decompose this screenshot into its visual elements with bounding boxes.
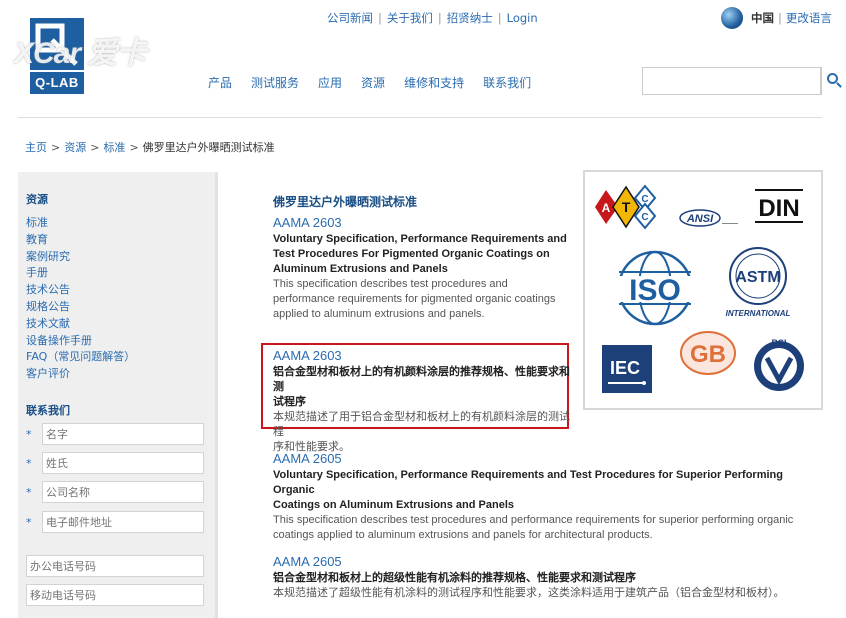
- contact-heading: 联系我们: [26, 404, 70, 417]
- svg-text:T: T: [622, 199, 631, 215]
- current-language: 中国: [751, 11, 774, 25]
- gb-logo: GB: [680, 331, 736, 375]
- search-button[interactable]: [820, 68, 842, 94]
- required-icon: *: [26, 456, 32, 470]
- standard-title: 铝合金型材和板材上的超级性能有机涂料的推荐规格、性能要求和测试程序: [273, 572, 636, 584]
- standard-title: Voluntary Specification, Performance Req…: [273, 233, 567, 275]
- standard-code-link[interactable]: AAMA 2603: [273, 215, 573, 230]
- nav-products[interactable]: 产品: [208, 74, 232, 91]
- sidebar-item-faq[interactable]: FAQ（常见问题解答）: [26, 349, 135, 366]
- header-divider: [18, 117, 822, 118]
- standard-entry: AAMA 2603 铝合金型材和板材上的有机颜料涂层的推荐规格、性能要求和测 试…: [273, 348, 573, 455]
- change-language-link[interactable]: 更改语言: [786, 10, 832, 26]
- nav-applications[interactable]: 应用: [318, 74, 342, 91]
- top-link-login[interactable]: Login: [507, 11, 538, 25]
- logo-text: Q-LAB: [30, 72, 84, 94]
- last-name-field[interactable]: [42, 452, 204, 474]
- sidebar-links: 标准 教育 案例研究 手册 技术公告 规格公告 技术文献 设备操作手册 FAQ（…: [26, 215, 135, 383]
- standard-entry: AAMA 2603 Voluntary Specification, Perfo…: [273, 215, 573, 322]
- svg-text:DIN: DIN: [758, 195, 799, 222]
- top-link-news[interactable]: 公司新闻: [327, 11, 373, 25]
- required-icon: *: [26, 485, 32, 499]
- breadcrumb-current: 佛罗里达户外曝晒测试标准: [142, 141, 275, 154]
- globe-icon: [721, 7, 743, 29]
- svg-text:C: C: [641, 212, 648, 223]
- breadcrumb: 主页 > 资源 > 标准 > 佛罗里达户外曝晒测试标准: [25, 141, 275, 154]
- svg-text:ISO: ISO: [629, 274, 681, 307]
- search-input[interactable]: [643, 68, 820, 94]
- nav-resources[interactable]: 资源: [361, 74, 385, 91]
- iso-logo: ISO: [611, 250, 699, 326]
- nav-testing-services[interactable]: 测试服务: [251, 74, 299, 91]
- top-link-careers[interactable]: 招贤纳士: [447, 11, 493, 25]
- first-name-row: *: [26, 423, 206, 445]
- top-link-about[interactable]: 关于我们: [387, 11, 433, 25]
- sidebar-item-testimonials[interactable]: 客户评价: [26, 366, 135, 383]
- main-nav: 产品 测试服务 应用 资源 维修和支持 联系我们: [208, 74, 550, 91]
- standard-code-link[interactable]: AAMA 2603: [273, 348, 573, 363]
- sidebar: 资源 标准 教育 案例研究 手册 技术公告 规格公告 技术文献 设备操作手册 F…: [18, 172, 218, 618]
- svg-text:ANSI: ANSI: [686, 213, 714, 225]
- astm-logo: ASTM INTERNATIONAL: [726, 247, 791, 318]
- language-selector: 中国 | 更改语言: [721, 7, 832, 29]
- breadcrumb-standards[interactable]: 标准: [103, 141, 125, 154]
- first-name-field[interactable]: [42, 423, 204, 445]
- svg-text:INTERNATIONAL: INTERNATIONAL: [726, 309, 791, 318]
- sidebar-item-tech-bulletins[interactable]: 技术公告: [26, 282, 135, 299]
- svg-text:ASTM: ASTM: [735, 269, 780, 286]
- sidebar-item-standards[interactable]: 标准: [26, 215, 135, 232]
- sidebar-item-spec-bulletins[interactable]: 规格公告: [26, 299, 135, 316]
- required-icon: *: [26, 427, 32, 441]
- sidebar-item-education[interactable]: 教育: [26, 232, 135, 249]
- sidebar-item-manuals[interactable]: 手册: [26, 265, 135, 282]
- standard-description: 本规范描述了用于铝合金型材和板材上的有机颜料涂层的测试程 序和性能要求。: [273, 411, 570, 453]
- svg-text:BSI: BSI: [771, 338, 786, 348]
- office-phone-row: [26, 555, 204, 577]
- top-links: 公司新闻 | 关于我们 | 招贤纳士 | Login: [327, 11, 538, 25]
- iec-logo: IEC: [602, 345, 652, 393]
- office-phone-field[interactable]: [26, 555, 204, 577]
- email-row: *: [26, 511, 206, 533]
- din-logo: DIN: [755, 189, 803, 223]
- sidebar-heading: 资源: [26, 193, 48, 206]
- breadcrumb-home[interactable]: 主页: [25, 141, 47, 154]
- xcar-watermark: XCar 爱卡: [14, 37, 146, 70]
- standard-title: 铝合金型材和板材上的有机颜料涂层的推荐规格、性能要求和测 试程序: [273, 366, 570, 408]
- nav-contact[interactable]: 联系我们: [483, 74, 531, 91]
- standard-description: This specification describes test proced…: [273, 278, 556, 320]
- standard-entry: AAMA 2605 Voluntary Specification, Perfo…: [273, 451, 818, 543]
- svg-text:IEC: IEC: [610, 358, 640, 378]
- svg-text:C: C: [641, 194, 648, 205]
- last-name-row: *: [26, 452, 206, 474]
- mobile-phone-field[interactable]: [26, 584, 204, 606]
- company-row: *: [26, 481, 206, 503]
- breadcrumb-resources[interactable]: 资源: [64, 141, 86, 154]
- standard-code-link[interactable]: AAMA 2605: [273, 554, 818, 569]
- standard-description: 本规范描述了超级性能有机涂料的测试程序和性能要求，这类涂料适用于建筑产品（铝合金…: [273, 587, 785, 599]
- aatcc-logo: A T C C: [595, 184, 657, 230]
- standard-description: This specification describes test proced…: [273, 514, 794, 541]
- sidebar-item-literature[interactable]: 技术文献: [26, 316, 135, 333]
- bsi-logo: BSI: [754, 338, 804, 391]
- standard-code-link[interactable]: AAMA 2605: [273, 451, 818, 466]
- company-field[interactable]: [42, 481, 204, 503]
- ansi-logo: ANSI: [679, 209, 738, 227]
- nav-support[interactable]: 维修和支持: [404, 74, 464, 91]
- sidebar-item-operating-manuals[interactable]: 设备操作手册: [26, 333, 135, 350]
- standard-title: Voluntary Specification, Performance Req…: [273, 469, 783, 511]
- email-field[interactable]: [42, 511, 204, 533]
- standards-logos-panel: A T C C ANSI DIN ISO ASTM INTERNATIONAL …: [583, 170, 823, 410]
- required-icon: *: [26, 515, 32, 529]
- svg-text:A: A: [602, 201, 611, 215]
- page-title: 佛罗里达户外曝晒测试标准: [273, 195, 418, 209]
- standard-entry: AAMA 2605 铝合金型材和板材上的超级性能有机涂料的推荐规格、性能要求和测…: [273, 554, 818, 601]
- search-box: [642, 67, 842, 95]
- sidebar-item-case-studies[interactable]: 案例研究: [26, 249, 135, 266]
- svg-text:GB: GB: [690, 341, 726, 368]
- mobile-phone-row: [26, 584, 204, 606]
